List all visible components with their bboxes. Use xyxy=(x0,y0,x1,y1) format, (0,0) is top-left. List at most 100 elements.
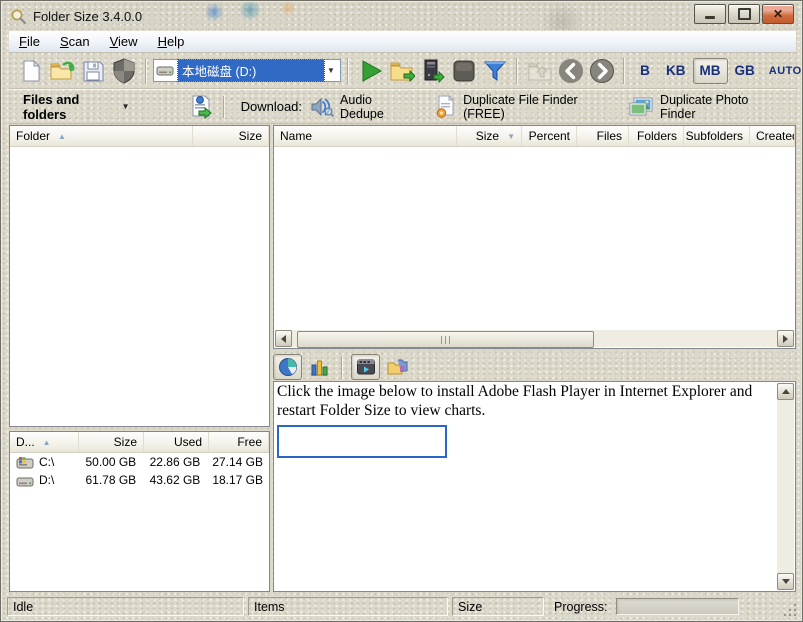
selected-drive-value: 本地磁盘 (D:) xyxy=(178,60,324,81)
tools-toolbar: Files and folders ▼ Download: Audio Dedu… xyxy=(9,90,796,124)
minimize-icon xyxy=(705,16,715,19)
unit-mb-button[interactable]: MB xyxy=(693,58,728,84)
export-report-icon xyxy=(189,94,213,120)
save-button[interactable] xyxy=(77,55,108,86)
folders-chart-button[interactable] xyxy=(382,354,411,380)
up-level-button[interactable] xyxy=(524,55,555,86)
bar-chart-button[interactable] xyxy=(304,354,333,380)
unit-gb-button[interactable]: GB xyxy=(728,58,762,84)
data-drive-icon xyxy=(16,474,34,487)
scan-computer-button[interactable] xyxy=(417,55,448,86)
main-toolbar: 本地磁盘 (D:) ▼ B KB MB GB AUTO xyxy=(9,53,796,89)
drive-used-column-header[interactable]: Used xyxy=(144,432,209,452)
open-button[interactable] xyxy=(46,55,77,86)
scroll-right-button[interactable] xyxy=(777,330,794,347)
filter-button[interactable] xyxy=(479,55,510,86)
title-bar[interactable]: Folder Size 3.4.0.0 ✕ xyxy=(2,2,801,30)
combo-dropdown-arrow-icon[interactable]: ▼ xyxy=(324,66,338,75)
toolbar-separator xyxy=(347,58,349,84)
name-column-header[interactable]: Name xyxy=(274,126,457,146)
arrow-right-icon xyxy=(783,335,788,343)
animation-button[interactable] xyxy=(351,354,380,380)
duplicate-file-finder-label: Duplicate File Finder (FREE) xyxy=(463,93,600,121)
back-button[interactable] xyxy=(555,55,586,86)
duplicate-photo-finder-link[interactable]: Duplicate Photo Finder xyxy=(628,93,768,121)
stop-button[interactable] xyxy=(448,55,479,86)
folder-list-header: Folder▲ Size xyxy=(10,126,269,147)
menu-help[interactable]: Help xyxy=(148,31,195,52)
unit-kb-button[interactable]: KB xyxy=(659,58,693,84)
horizontal-scrollbar[interactable] xyxy=(275,330,794,347)
sort-asc-icon: ▲ xyxy=(58,132,66,141)
scan-folder-button[interactable] xyxy=(386,55,417,86)
drive-row-c[interactable]: C:\ 50.00 GB 22.86 GB 27.14 GB xyxy=(10,453,269,471)
scroll-up-button[interactable] xyxy=(777,383,794,400)
toolbar-separator xyxy=(145,58,147,84)
chart-panel: Click the image below to install Adobe F… xyxy=(273,381,796,592)
files-and-folders-dropdown[interactable]: Files and folders ▼ xyxy=(15,88,138,126)
drive-free-column-header[interactable]: Free xyxy=(209,432,269,452)
close-button[interactable]: ✕ xyxy=(762,4,794,24)
drive-column-header[interactable]: D...▲ xyxy=(10,432,79,452)
status-progress-pane: Progress: xyxy=(548,597,798,616)
filter-funnel-icon xyxy=(483,59,507,83)
folder-column-header[interactable]: Folder▲ xyxy=(10,126,193,146)
vertical-scrollbar[interactable] xyxy=(777,383,794,590)
menu-scan[interactable]: Scan xyxy=(50,31,100,52)
sort-desc-icon: ▼ xyxy=(507,132,515,141)
shield-icon xyxy=(112,58,136,84)
arrow-up-icon xyxy=(782,389,790,394)
play-icon xyxy=(359,59,383,83)
flash-install-image-placeholder[interactable] xyxy=(277,425,447,458)
menu-bar: File Scan View Help xyxy=(9,31,796,53)
resize-grip[interactable] xyxy=(784,603,797,616)
menu-view[interactable]: View xyxy=(100,31,148,52)
drive-select-combobox[interactable]: 本地磁盘 (D:) ▼ xyxy=(153,59,341,82)
duplicate-file-finder-link[interactable]: Duplicate File Finder (FREE) xyxy=(434,93,600,121)
status-state-pane: Idle xyxy=(7,597,244,616)
percent-column-header[interactable]: Percent xyxy=(522,126,577,146)
status-items-pane: Items xyxy=(248,597,448,616)
files-and-folders-label: Files and folders xyxy=(23,92,112,122)
subfolders-column-header[interactable]: Subfolders xyxy=(684,126,750,146)
forward-button[interactable] xyxy=(586,55,617,86)
scan-start-button[interactable] xyxy=(355,55,386,86)
drive-icon xyxy=(156,65,174,77)
toolbar-separator xyxy=(516,58,518,84)
thumb-grip-icon xyxy=(441,336,450,344)
unit-auto-button[interactable]: AUTO xyxy=(762,58,803,84)
flash-install-message: Click the image below to install Adobe F… xyxy=(274,382,795,421)
export-report-button[interactable] xyxy=(186,91,217,122)
audio-dedupe-link[interactable]: Audio Dedupe xyxy=(310,93,406,121)
scroll-down-button[interactable] xyxy=(777,573,794,590)
scrollbar-thumb[interactable] xyxy=(297,331,594,348)
file-list-header: Name Size▼ Percent Files Folders Subfold… xyxy=(274,126,795,147)
maximize-button[interactable] xyxy=(728,4,760,24)
folders-column-header[interactable]: Folders xyxy=(629,126,684,146)
unit-b-button[interactable]: B xyxy=(631,58,659,84)
shield-button[interactable] xyxy=(108,55,139,86)
file-list-panel: Name Size▼ Percent Files Folders Subfold… xyxy=(273,125,796,349)
drive-list-panel: D...▲ Size Used Free C:\ 50.00 GB 22.86 … xyxy=(9,431,270,592)
window-title: Folder Size 3.4.0.0 xyxy=(33,9,142,24)
pie-chart-button[interactable] xyxy=(273,354,302,380)
drive-size-column-header[interactable]: Size xyxy=(79,432,144,452)
duplicate-file-finder-icon xyxy=(434,95,457,119)
audio-dedupe-label: Audio Dedupe xyxy=(340,93,406,121)
menu-file[interactable]: File xyxy=(9,31,50,52)
bar-chart-icon xyxy=(309,357,329,377)
arrow-left-icon xyxy=(281,335,286,343)
minimize-button[interactable] xyxy=(694,4,726,24)
scroll-left-button[interactable] xyxy=(275,330,292,347)
size-column-header[interactable]: Size xyxy=(193,126,269,146)
drive-row-d[interactable]: D:\ 61.78 GB 43.62 GB 18.17 GB xyxy=(10,471,269,489)
files-column-header[interactable]: Files xyxy=(577,126,629,146)
created-column-header[interactable]: Created xyxy=(750,126,795,146)
app-magnifier-icon xyxy=(10,8,27,25)
new-scan-button[interactable] xyxy=(15,55,46,86)
dropdown-arrow-icon: ▼ xyxy=(122,102,130,111)
save-icon xyxy=(81,59,105,83)
size-column-header[interactable]: Size▼ xyxy=(457,126,522,146)
back-arrow-icon xyxy=(558,58,584,84)
pie-chart-icon xyxy=(278,357,298,377)
